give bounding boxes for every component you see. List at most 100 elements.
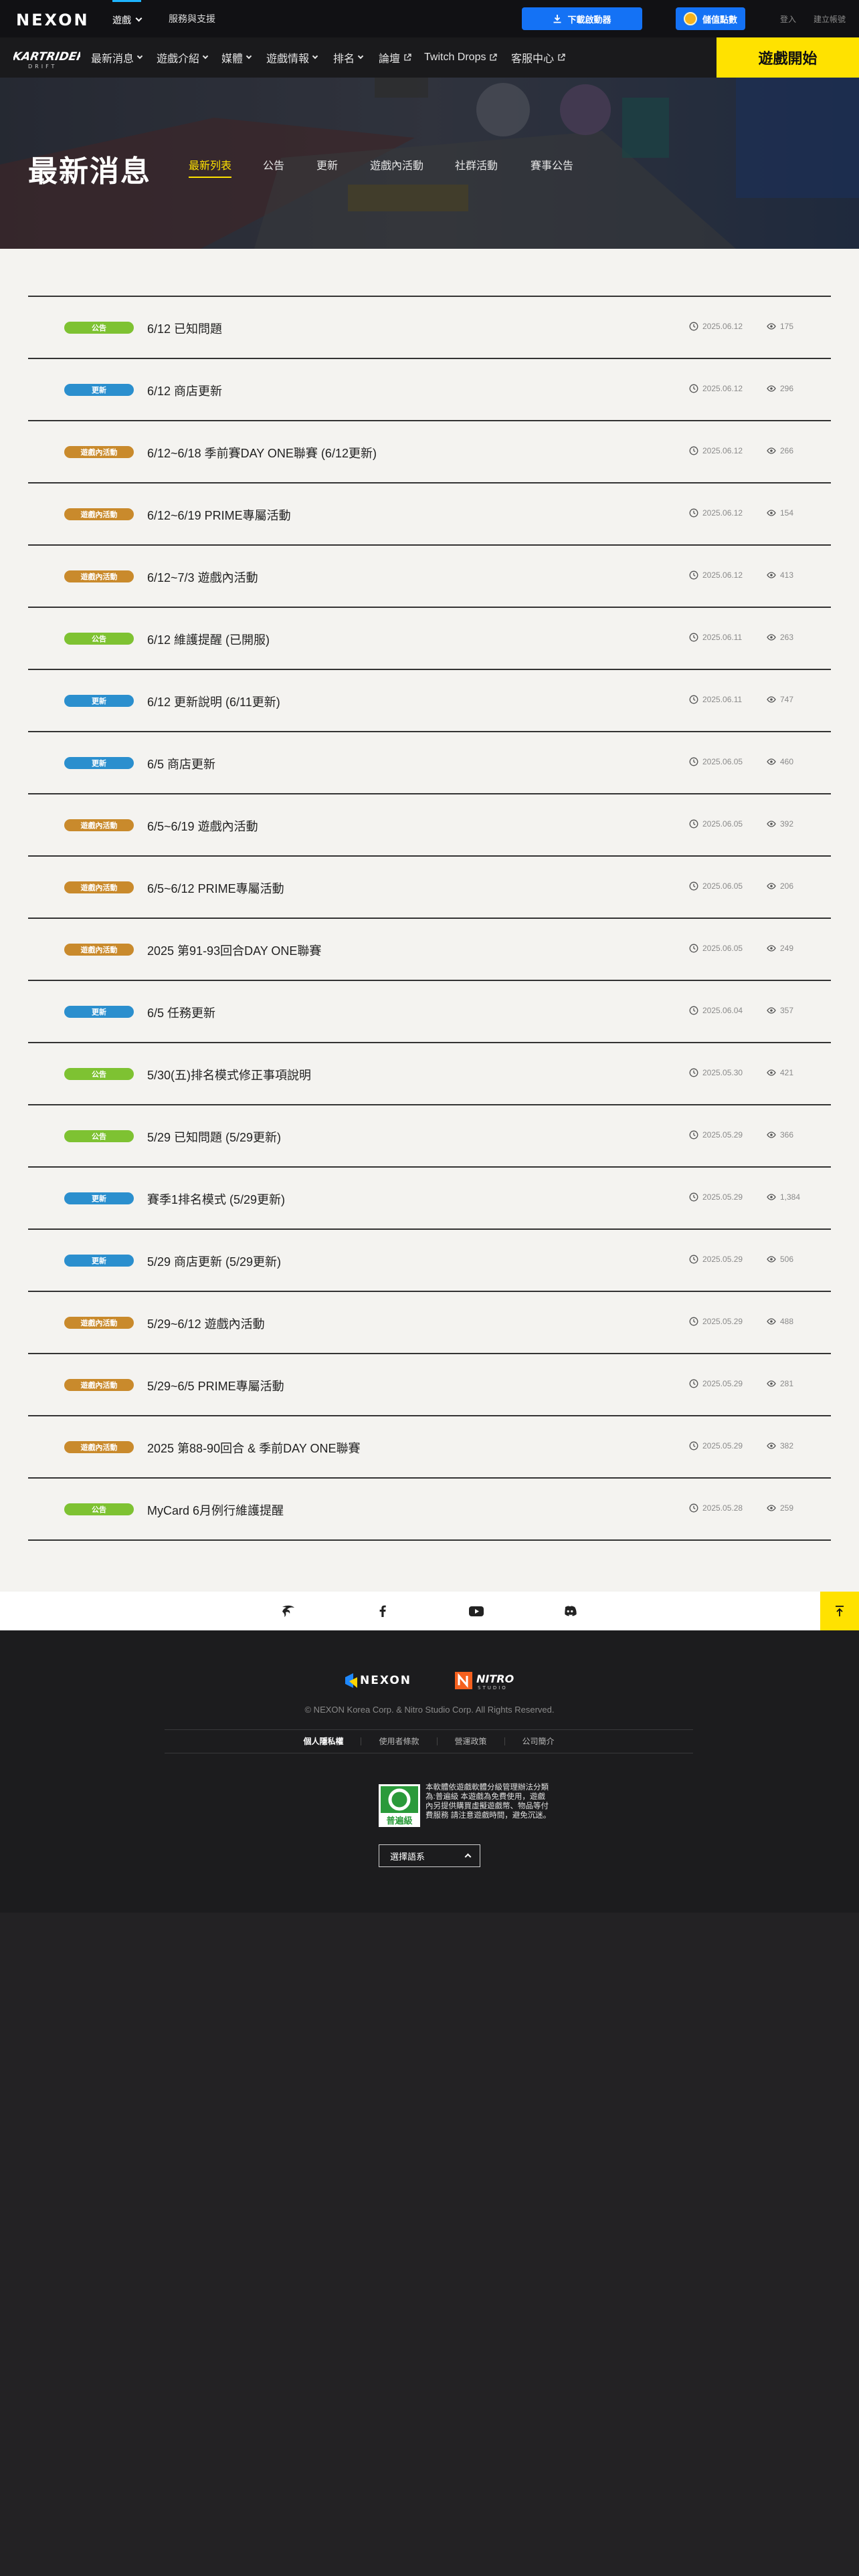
news-row[interactable]: 遊戲內活動 5/29~6/12 遊戲內活動 2025.05.29 488: [28, 1292, 831, 1354]
nav-item-news[interactable]: 最新消息: [91, 37, 143, 78]
news-title[interactable]: 6/5~6/19 遊戲內活動: [147, 817, 258, 835]
youtube-icon[interactable]: [468, 1602, 485, 1620]
news-row[interactable]: 遊戲內活動 6/5~6/19 遊戲內活動 2025.06.05 392: [28, 794, 831, 857]
kartrider-logo[interactable]: KARTRIDER DRIFT: [13, 45, 80, 71]
tab-community-event[interactable]: 社群活動: [455, 156, 498, 177]
login-link[interactable]: 登入: [780, 13, 796, 25]
news-row[interactable]: 更新 5/29 商店更新 (5/29更新) 2025.05.29 506: [28, 1230, 831, 1292]
operation-policy-link[interactable]: 營運政策: [436, 1737, 504, 1745]
nav-item-customer-service[interactable]: 客服中心: [511, 37, 565, 78]
copyright-text: © NEXON Korea Corp. & Nitro Studio Corp.…: [304, 1705, 555, 1715]
news-title[interactable]: 5/29~6/5 PRIME專屬活動: [147, 1377, 284, 1394]
news-title[interactable]: 5/29 已知問題 (5/29更新): [147, 1128, 281, 1146]
category-badge: 遊戲內活動: [64, 881, 134, 893]
news-row[interactable]: 更新 6/5 任務更新 2025.06.04 357: [28, 981, 831, 1043]
nav-item-label: 遊戲情報: [266, 53, 310, 65]
nav-item-game-info[interactable]: 遊戲情報: [266, 37, 318, 78]
download-label: 下載啟動器: [567, 14, 611, 25]
news-date-text: 2025.05.29: [702, 1192, 743, 1202]
news-date: 2025.06.12: [689, 322, 743, 331]
nav-item-ranking[interactable]: 排名: [333, 37, 364, 78]
tab-esports[interactable]: 賽事公告: [531, 156, 573, 177]
news-row[interactable]: 公告 6/12 維護提醒 (已開服) 2025.06.11 263: [28, 608, 831, 670]
language-select[interactable]: 選擇語系: [379, 1844, 480, 1867]
signup-link[interactable]: 建立帳號: [814, 13, 846, 25]
news-content-area: 公告 6/12 已知問題 2025.06.12 175 更新 6/12 商店更新 2025.…: [0, 249, 859, 1592]
news-row[interactable]: 遊戲內活動 2025 第91-93回合DAY ONE聯賽 2025.06.05 249: [28, 919, 831, 981]
nav-item-intro[interactable]: 遊戲介紹: [157, 37, 209, 78]
news-row[interactable]: 更新 6/5 商店更新 2025.06.05 460: [28, 732, 831, 794]
privacy-link[interactable]: 個人隱私權: [286, 1737, 361, 1745]
news-title[interactable]: 6/12~6/19 PRIME專屬活動: [147, 506, 291, 524]
news-title[interactable]: 6/5~6/12 PRIME專屬活動: [147, 879, 284, 897]
company-intro-link[interactable]: 公司簡介: [504, 1737, 572, 1745]
nav-item-label: 遊戲介紹: [157, 53, 200, 65]
news-title[interactable]: 6/12 維護提醒 (已開服): [147, 631, 270, 648]
news-title[interactable]: 6/5 商店更新: [147, 755, 215, 772]
nav-item-twitch-drops[interactable]: Twitch Drops: [424, 37, 498, 78]
news-row[interactable]: 遊戲內活動 6/12~6/19 PRIME專屬活動 2025.06.12 154: [28, 484, 831, 546]
terms-link[interactable]: 使用者條款: [361, 1737, 436, 1745]
news-views: 175: [767, 322, 793, 331]
news-title[interactable]: 6/5 任務更新: [147, 1004, 215, 1021]
news-date-text: 2025.06.11: [702, 695, 743, 704]
tab-latest[interactable]: 最新列表: [189, 156, 232, 178]
nav-item-forum[interactable]: 論壇: [379, 37, 411, 78]
news-row[interactable]: 遊戲內活動 2025 第88-90回合 & 季前DAY ONE聯賽 2025.05.…: [28, 1416, 831, 1479]
news-title[interactable]: 5/29~6/12 遊戲內活動: [147, 1315, 265, 1332]
clock-icon: [689, 1006, 698, 1015]
back-to-top-button[interactable]: [820, 1592, 859, 1630]
kartrider-logo-text: KARTRIDER: [13, 50, 80, 64]
clock-icon: [689, 1130, 698, 1140]
nitro-studio-logo[interactable]: NITRO STUDIO: [454, 1667, 518, 1693]
news-row[interactable]: 更新 6/12 更新說明 (6/11更新) 2025.06.11 747: [28, 670, 831, 732]
download-launcher-button[interactable]: 下載啟動器: [522, 7, 642, 30]
news-views-text: 266: [780, 446, 794, 455]
nexon-logo[interactable]: NEXON: [16, 11, 90, 29]
news-row[interactable]: 公告 5/29 已知問題 (5/29更新) 2025.05.29 366: [28, 1105, 831, 1168]
nav-item-media[interactable]: 媒體: [221, 37, 252, 78]
topup-cash-button[interactable]: 儲值點數: [676, 7, 745, 30]
news-row[interactable]: 遊戲內活動 6/12~6/18 季前賽DAY ONE聯賽 (6/12更新) 2025…: [28, 421, 831, 484]
top-tab-label: 服務與支援: [169, 13, 215, 24]
tab-announcement[interactable]: 公告: [263, 156, 284, 177]
news-title[interactable]: 6/12 更新說明 (6/11更新): [147, 693, 280, 710]
news-row[interactable]: 公告 5/30(五)排名模式修正事項說明 2025.05.30 421: [28, 1043, 831, 1105]
news-views: 266: [767, 446, 793, 455]
news-title[interactable]: 6/12 已知問題: [147, 320, 222, 337]
news-date-text: 2025.06.12: [702, 322, 743, 331]
game-start-button[interactable]: 遊戲開始: [717, 37, 859, 78]
news-title[interactable]: 5/29 商店更新 (5/29更新): [147, 1253, 281, 1270]
news-row[interactable]: 遊戲內活動 5/29~6/5 PRIME專屬活動 2025.05.29 281: [28, 1354, 831, 1416]
facebook-icon[interactable]: [374, 1602, 391, 1620]
discord-icon[interactable]: [561, 1602, 579, 1620]
nav-item-label: 客服中心: [511, 53, 555, 65]
top-tab-games[interactable]: 遊戲: [112, 0, 142, 37]
news-row[interactable]: 更新 6/12 商店更新 2025.06.12 296: [28, 359, 831, 421]
news-title[interactable]: 2025 第88-90回合 & 季前DAY ONE聯賽: [147, 1439, 360, 1457]
news-views: 263: [767, 633, 793, 642]
category-badge: 更新: [64, 1192, 134, 1204]
news-title[interactable]: 6/12~7/3 遊戲內活動: [147, 568, 258, 586]
news-row[interactable]: 遊戲內活動 6/5~6/12 PRIME專屬活動 2025.06.05 206: [28, 857, 831, 919]
news-row[interactable]: 遊戲內活動 6/12~7/3 遊戲內活動 2025.06.12 413: [28, 546, 831, 608]
nexon-footer-logo[interactable]: NEXON: [344, 1668, 421, 1692]
news-title[interactable]: 6/12 商店更新: [147, 382, 222, 399]
eye-icon: [767, 1256, 776, 1263]
news-title[interactable]: 5/30(五)排名模式修正事項說明: [147, 1066, 311, 1083]
news-row[interactable]: 公告 6/12 已知問題 2025.06.12 175: [28, 297, 831, 359]
top-tab-support[interactable]: 服務與支援: [169, 0, 215, 37]
news-date: 2025.06.12: [689, 446, 743, 455]
news-views-text: 175: [780, 322, 794, 331]
news-title[interactable]: 2025 第91-93回合DAY ONE聯賽: [147, 942, 321, 959]
eye-icon: [767, 1194, 776, 1200]
news-row[interactable]: 公告 MyCard 6月例行維護提醒 2025.05.28 259: [28, 1479, 831, 1541]
tab-update[interactable]: 更新: [316, 156, 338, 177]
news-title[interactable]: 賽季1排名模式 (5/29更新): [147, 1190, 285, 1208]
kartrider-social-icon[interactable]: [280, 1602, 297, 1620]
news-views: 296: [767, 384, 793, 393]
news-title[interactable]: MyCard 6月例行維護提醒: [147, 1501, 284, 1519]
news-row[interactable]: 更新 賽季1排名模式 (5/29更新) 2025.05.29 1,384: [28, 1168, 831, 1230]
tab-ingame-event[interactable]: 遊戲內活動: [370, 156, 423, 177]
news-title[interactable]: 6/12~6/18 季前賽DAY ONE聯賽 (6/12更新): [147, 444, 377, 461]
